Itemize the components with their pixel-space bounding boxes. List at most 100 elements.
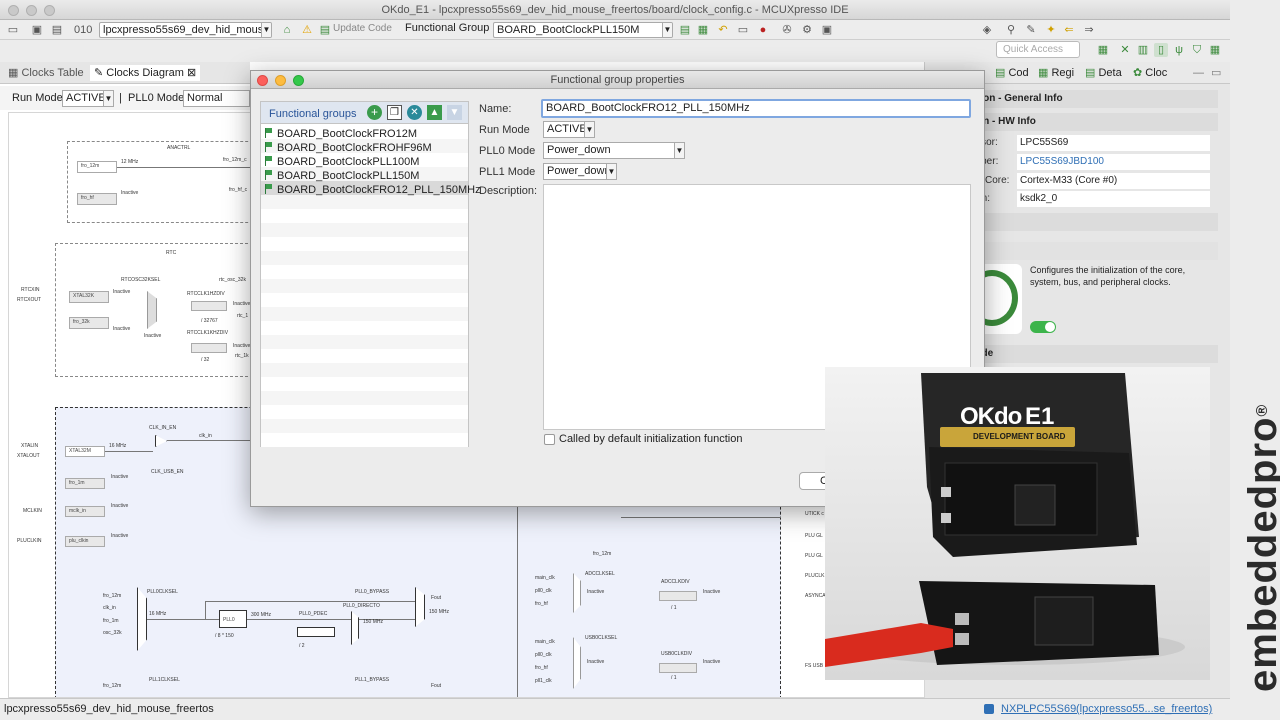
save-all-icon[interactable]: ▤ — [50, 23, 64, 37]
group-label: BOARD_BootClockPLL150M — [277, 170, 420, 182]
usb-divider: / 1 — [671, 675, 677, 681]
tab-registers-label: Regi — [1051, 67, 1075, 79]
project-combo[interactable]: lpcxpresso55s69_dev_hid_mouse_f ▼ — [99, 22, 272, 38]
settings-icon[interactable]: ▦ — [696, 23, 710, 37]
pll0-pdec-block[interactable] — [297, 627, 335, 637]
tab-code[interactable]: ▤ Cod — [995, 65, 1029, 81]
update-code-icon[interactable]: ▤ — [318, 23, 332, 37]
functional-groups-header: Functional groups + ❐ ✕ ▲ ▼ — [261, 102, 468, 124]
list-item[interactable]: BOARD_BootClockFROHF96M — [265, 141, 432, 155]
fro-1m-block[interactable]: fro_1m — [65, 478, 105, 489]
binary-icon[interactable]: 010 — [74, 23, 92, 37]
warning-icon[interactable]: ⚠ — [300, 23, 314, 37]
default-init-checkbox[interactable] — [544, 434, 555, 445]
plu-clkin-block[interactable]: plu_clkin — [65, 536, 105, 547]
new-icon[interactable]: ▭ — [6, 23, 20, 37]
table-icon[interactable]: ▤ — [678, 23, 692, 37]
quick-access-input[interactable]: Quick Access — [996, 41, 1080, 58]
back-icon[interactable]: ⇐ — [1062, 23, 1076, 37]
adcclkdiv-block[interactable] — [659, 591, 697, 601]
fro-32k-block[interactable]: fro_32k — [69, 317, 109, 329]
add-icon[interactable]: + — [367, 105, 382, 120]
tab-clocks[interactable]: ✿ Cloc — [1133, 65, 1167, 81]
minimize-view-button[interactable]: — — [1193, 65, 1204, 81]
chip-link[interactable]: LPC55S69 — [1023, 699, 1076, 719]
layers-icon[interactable]: ◈ — [980, 23, 994, 37]
rtcclk1hzdiv-block[interactable] — [191, 301, 227, 311]
usb0clkdiv-block[interactable] — [659, 663, 697, 673]
home-icon[interactable]: ⌂ — [280, 23, 294, 37]
dialog-minimize-button[interactable] — [275, 75, 286, 86]
pll0-block[interactable]: PLL0 — [219, 610, 247, 628]
xtal32k-block[interactable]: XTAL32K — [69, 291, 109, 303]
undo-icon[interactable]: ↶ — [716, 23, 730, 37]
chevron-down-icon: ▼ — [662, 23, 672, 37]
editor-tabs: ▦ Clocks Table ✎ Clocks Diagram ⊠ — [0, 62, 250, 84]
clocks-enable-toggle[interactable] — [1030, 321, 1056, 333]
pin-icon[interactable]: ✦ — [1044, 23, 1058, 37]
grid-icon[interactable]: ▦ — [1208, 43, 1222, 57]
rtcclk1hzdiv-label: RTCCLK1HZDIV — [187, 291, 225, 297]
list-item-selected[interactable]: BOARD_BootClockFRO12_PLL_150MHz — [265, 183, 481, 197]
fro-12m-clk-label: fro_12m_c — [223, 157, 247, 163]
flag-icon — [265, 170, 273, 180]
shield-icon[interactable]: ⛉ — [1190, 43, 1204, 57]
fro-12m-block[interactable]: fro_12m — [77, 161, 117, 173]
okdo-logo-text: OKdo — [960, 403, 1022, 430]
wire — [517, 477, 518, 697]
minimize-window-button[interactable] — [26, 5, 37, 16]
close-window-button[interactable] — [8, 5, 19, 16]
tab-registers[interactable]: ▦ Regi — [1038, 65, 1074, 81]
nxp-link[interactable]: NXP — [1001, 699, 1024, 719]
tab-clocks-diagram[interactable]: ✎ Clocks Diagram ⊠ — [90, 65, 201, 81]
debug-icon[interactable]: ▭ — [736, 23, 750, 37]
chevron-down-icon: ▼ — [606, 164, 616, 179]
run-mode-select[interactable]: ACTIVE ▼ — [62, 90, 114, 107]
close-icon[interactable]: ⊠ — [187, 67, 196, 79]
edit-icon[interactable]: ✎ — [1024, 23, 1038, 37]
maximize-view-button[interactable]: ▭ — [1211, 65, 1221, 81]
mclk-in-block[interactable]: mclk_in — [65, 506, 105, 517]
run-mode-select[interactable]: ACTIVE ▼ — [543, 121, 595, 138]
tab-clocks-table[interactable]: ▦ Clocks Table — [8, 65, 84, 81]
functional-group-combo[interactable]: BOARD_BootClockPLL150M ▼ — [493, 22, 673, 38]
pll0-mode-select[interactable]: Normal — [183, 90, 250, 107]
tab-clocks-diagram-label: Clocks Diagram — [106, 67, 184, 79]
xtal32m-block[interactable]: XTAL32M — [65, 446, 105, 457]
list-item[interactable]: BOARD_BootClockFRO12M — [265, 127, 417, 141]
tools-icon[interactable]: ✇ — [780, 23, 794, 37]
list-item[interactable]: BOARD_BootClockPLL100M — [265, 155, 419, 169]
separator: | — [119, 92, 122, 104]
status-bar: lpcxpresso55s69_dev_hid_mouse_freertos N… — [0, 698, 1230, 720]
run-icon[interactable]: ⚙ — [800, 23, 814, 37]
update-code-button[interactable]: Update Code — [333, 23, 392, 34]
part-number-link[interactable]: LPC55S69JBD100 — [1017, 154, 1210, 170]
save-icon[interactable]: ▣ — [30, 23, 44, 37]
forward-icon[interactable]: ⇒ — [1082, 23, 1096, 37]
stop-icon[interactable]: ▣ — [820, 23, 834, 37]
project-link[interactable]: (lpcxpresso55...se_freertos) — [1076, 699, 1212, 719]
bug-icon[interactable]: ● — [756, 23, 770, 37]
chip-icon[interactable]: ▥ — [1136, 43, 1150, 57]
clk-in-input: clk_in — [103, 605, 116, 611]
dialog-zoom-button[interactable] — [293, 75, 304, 86]
pll0-mode-select[interactable]: Power_down ▼ — [543, 142, 685, 159]
zoom-window-button[interactable] — [44, 5, 55, 16]
rtc-label: RTC — [166, 250, 177, 256]
open-perspective-icon[interactable]: ▦ — [1096, 43, 1110, 57]
pins-icon[interactable]: ▯ — [1154, 43, 1168, 57]
tab-details[interactable]: ▤ Deta — [1085, 65, 1122, 81]
remove-icon[interactable]: ✕ — [407, 105, 422, 120]
list-item[interactable]: BOARD_BootClockPLL150M — [265, 169, 419, 183]
search-icon[interactable]: ⚲ — [1004, 23, 1018, 37]
dialog-close-button[interactable] — [257, 75, 268, 86]
name-input[interactable]: BOARD_BootClockFRO12_PLL_150MHz — [541, 99, 971, 118]
pll1-mode-select[interactable]: Power_down ▼ — [543, 163, 617, 180]
fro-hf-block[interactable]: fro_hf — [77, 193, 117, 205]
copy-icon[interactable]: ❐ — [387, 105, 402, 120]
clock-icon[interactable]: ψ — [1172, 43, 1186, 57]
rtcclk1khzdiv-block[interactable] — [191, 343, 227, 353]
pll1-mode-label: PLL1 Mode — [479, 166, 536, 178]
cross-icon[interactable]: ✕ — [1118, 43, 1132, 57]
move-up-icon[interactable]: ▲ — [427, 105, 442, 120]
